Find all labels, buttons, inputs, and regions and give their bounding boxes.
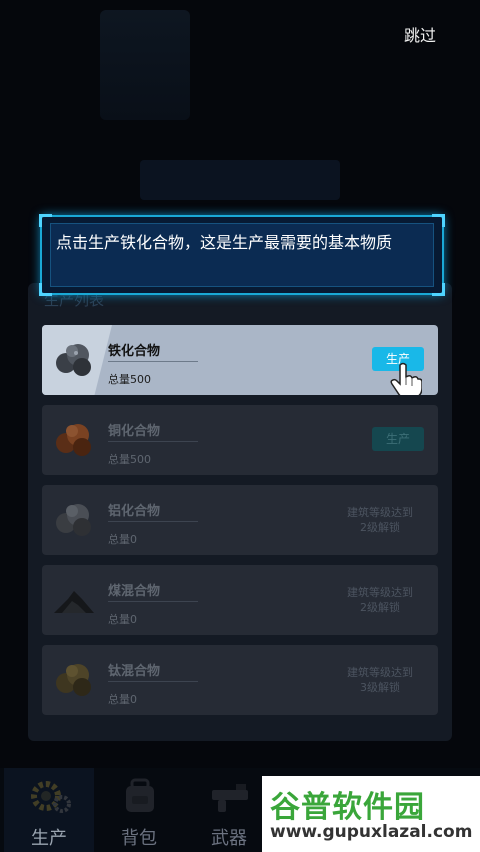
unlock-text-line1: 建筑等级达到 <box>347 666 413 679</box>
titanium-ore-icon <box>56 664 91 696</box>
unlock-text-line2: 2级解锁 <box>360 521 400 534</box>
frame-corner <box>39 214 52 227</box>
watermark-url: www.gupuxlazal.com <box>270 822 473 842</box>
background-plate <box>140 160 340 200</box>
item-thumbnail <box>42 565 106 635</box>
frame-corner <box>39 283 52 296</box>
copper-ore-icon <box>56 424 91 456</box>
item-thumbnail <box>42 645 106 715</box>
tab-production[interactable]: 生产 <box>4 768 94 852</box>
skip-button[interactable]: 跳过 <box>404 22 436 46</box>
unlock-requirement: 建筑等级达到 2级解锁 <box>340 585 420 615</box>
unlock-text-line2: 3级解锁 <box>360 681 400 694</box>
item-divider <box>108 521 198 522</box>
unlock-text-line2: 2级解锁 <box>360 601 400 614</box>
item-name: 铜化合物 <box>108 424 161 439</box>
tab-label: 生产 <box>31 828 67 849</box>
tab-weapon[interactable]: 武器 <box>184 768 274 852</box>
item-name: 铝化合物 <box>108 504 161 519</box>
tab-backpack[interactable]: 背包 <box>94 768 184 852</box>
tab-label: 武器 <box>211 828 247 849</box>
iron-ore-icon <box>56 344 91 376</box>
item-amount: 总量0 <box>108 533 137 546</box>
watermark-brand: 谷普软件园 <box>270 790 425 825</box>
coal-pile-icon <box>54 591 94 613</box>
weapon-icon <box>212 784 248 812</box>
production-list-panel: 生产列表 铁化合物 总量500 生产 铜化合物 总量500 生产 铝化合物 总量… <box>28 283 452 741</box>
item-thumbnail <box>42 485 106 555</box>
item-name: 铁化合物 <box>108 344 161 359</box>
background-building <box>100 10 190 120</box>
production-item-aluminum: 铝化合物 总量0 建筑等级达到 2级解锁 <box>42 485 438 555</box>
pointing-hand-icon <box>390 362 422 395</box>
item-divider <box>108 441 198 442</box>
item-name: 煤混合物 <box>108 584 161 599</box>
item-thumbnail <box>42 325 112 395</box>
item-amount: 总量0 <box>108 693 137 706</box>
tutorial-tip-text: 点击生产铁化合物，这是生产最需要的基本物质 <box>56 233 393 252</box>
gear-icon <box>31 781 71 813</box>
unlock-requirement: 建筑等级达到 2级解锁 <box>340 505 420 535</box>
unlock-requirement: 建筑等级达到 3级解锁 <box>340 665 420 695</box>
production-item-copper: 铜化合物 总量500 生产 <box>42 405 438 475</box>
frame-corner <box>432 214 445 227</box>
production-item-iron: 铁化合物 总量500 生产 <box>42 325 438 395</box>
production-item-coal: 煤混合物 总量0 建筑等级达到 2级解锁 <box>42 565 438 635</box>
unlock-text-line1: 建筑等级达到 <box>347 586 413 599</box>
item-amount: 总量500 <box>108 453 151 466</box>
site-watermark: 谷普软件园 www.gupuxlazal.com <box>262 776 480 852</box>
item-thumbnail <box>42 405 106 475</box>
item-divider <box>108 361 198 362</box>
produce-button[interactable]: 生产 <box>372 427 424 451</box>
tab-label: 背包 <box>121 828 157 849</box>
item-amount: 总量0 <box>108 613 137 626</box>
item-amount: 总量500 <box>108 373 151 386</box>
aluminum-ore-icon <box>56 504 91 536</box>
unlock-text-line1: 建筑等级达到 <box>347 506 413 519</box>
item-name: 钛混合物 <box>108 664 161 679</box>
backpack-icon <box>126 778 154 812</box>
tutorial-tip-box: 点击生产铁化合物，这是生产最需要的基本物质 <box>39 214 445 296</box>
frame-corner <box>432 283 445 296</box>
item-divider <box>108 601 198 602</box>
production-item-titanium: 钛混合物 总量0 建筑等级达到 3级解锁 <box>42 645 438 715</box>
production-list: 铁化合物 总量500 生产 铜化合物 总量500 生产 铝化合物 总量0 建筑等… <box>42 325 438 725</box>
item-divider <box>108 681 198 682</box>
